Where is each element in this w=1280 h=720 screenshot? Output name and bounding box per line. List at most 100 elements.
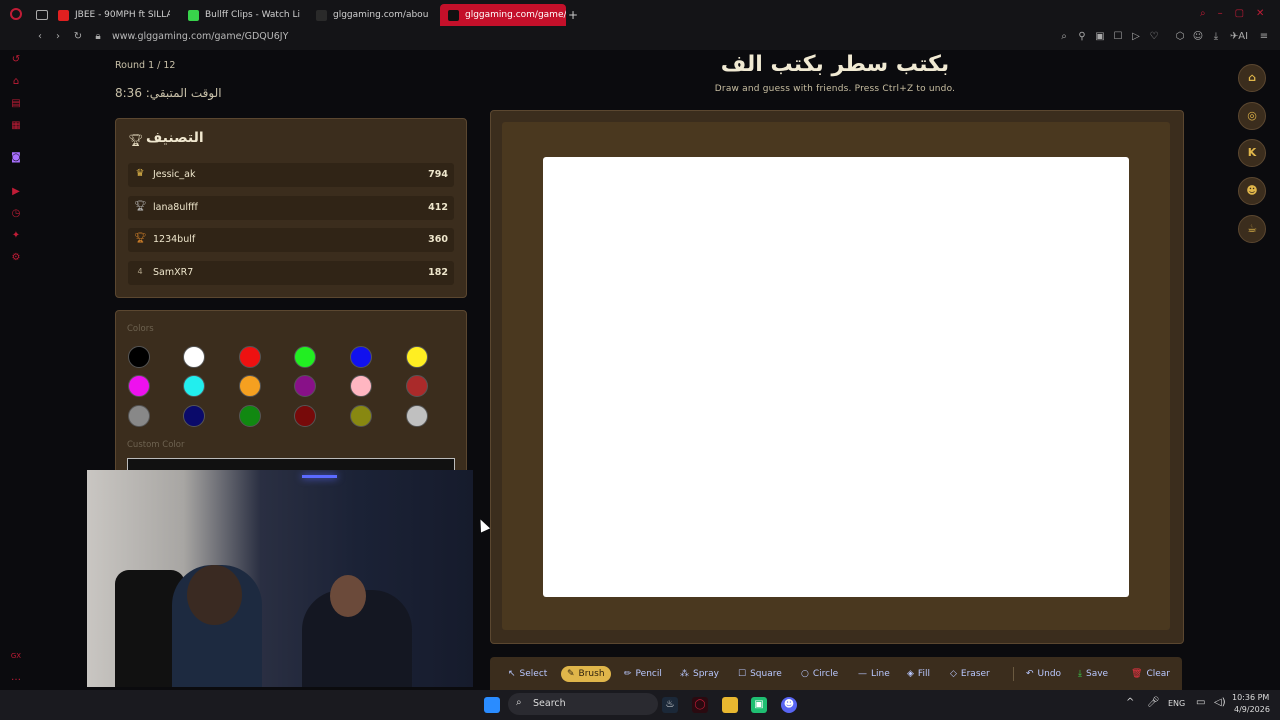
download-icon[interactable]: ⤓ — [1210, 31, 1222, 43]
sidebar-extension-icon[interactable]: ✦ — [10, 230, 22, 242]
color-swatch[interactable] — [183, 375, 205, 397]
sidebar-history-icon[interactable]: ◷ — [10, 208, 22, 220]
player-name: lana8ulfff — [153, 202, 198, 213]
color-swatch[interactable] — [406, 405, 428, 427]
tab-about[interactable]: glggaming.com/about-us — [316, 4, 428, 26]
color-swatch[interactable] — [128, 375, 150, 397]
colors-label: Colors — [127, 324, 154, 334]
drawing-canvas[interactable] — [543, 157, 1129, 597]
color-swatch[interactable] — [128, 405, 150, 427]
sidebar-settings-icon[interactable]: ⚙ — [10, 252, 22, 264]
extensions-icon[interactable]: ⬡ — [1174, 31, 1186, 43]
start-icon[interactable] — [484, 697, 500, 713]
volume-icon[interactable]: ◁) — [1214, 697, 1226, 708]
tab-game[interactable]: glggaming.com/game/GD — [440, 4, 566, 26]
play-icon[interactable]: ▷ — [1130, 31, 1142, 43]
color-swatch[interactable] — [350, 346, 372, 368]
color-swatch[interactable] — [406, 375, 428, 397]
color-swatch[interactable] — [350, 375, 372, 397]
color-swatch[interactable] — [294, 405, 316, 427]
menu-icon[interactable]: ≡ — [1258, 31, 1270, 43]
heart-icon[interactable]: ♡ — [1148, 31, 1160, 43]
opera-gx-icon[interactable]: ◯ — [692, 697, 708, 713]
gamepad-icon[interactable]: ◎ — [1238, 102, 1266, 130]
tool-label: Clear — [1146, 669, 1170, 679]
browser-sidebar — [0, 50, 32, 690]
leaderboard-row: 🏆︎ lana8ulfff 412 — [128, 196, 454, 220]
crown-icon: ♛ — [135, 168, 145, 179]
back-icon[interactable]: ‹ — [34, 31, 46, 43]
sidebar-player-icon[interactable]: ▶ — [10, 186, 22, 198]
pin-icon[interactable]: ⚲ — [1076, 31, 1088, 43]
spray-tool-button[interactable]: ⁂ Spray — [680, 666, 719, 682]
square-tool-button[interactable]: ☐ Square — [738, 666, 782, 682]
bookmark-icon[interactable]: ☐ — [1112, 31, 1124, 43]
tab-label: Bullff Clips - Watch Live c — [205, 10, 300, 20]
select-tool-button[interactable]: ↖ Select — [508, 666, 547, 682]
eraser-tool-button[interactable]: ◇ Eraser — [950, 666, 990, 682]
tool-label: Eraser — [960, 669, 990, 679]
tab-jbee[interactable]: JBEE - 90MPH ft SILLAGE — [58, 4, 170, 26]
save-button[interactable]: ⤓ Save — [1078, 666, 1108, 682]
color-swatch[interactable] — [239, 346, 261, 368]
color-swatch[interactable] — [406, 346, 428, 368]
reload-icon[interactable]: ↻ — [72, 31, 84, 43]
profile-icon[interactable]: ☺ — [1192, 31, 1204, 43]
file-explorer-icon[interactable] — [722, 697, 738, 713]
fill-tool-button[interactable]: ◈ Fill — [907, 666, 930, 682]
tool-label: Brush — [578, 669, 605, 679]
eraser-icon: ◇ — [950, 669, 957, 679]
steam-icon[interactable]: ♨ — [662, 697, 678, 713]
color-swatch[interactable] — [350, 405, 372, 427]
sidebar-more-icon[interactable]: … — [10, 672, 22, 684]
discord-icon[interactable]: ☻ — [1238, 177, 1266, 205]
tool-label: Select — [519, 669, 548, 679]
coffee-icon[interactable]: ☕︎ — [1238, 215, 1266, 243]
circle-icon: ○ — [801, 669, 809, 679]
home-icon[interactable]: ⌂ — [1238, 64, 1266, 92]
language-indicator[interactable]: ENG — [1168, 699, 1185, 708]
forward-icon[interactable]: › — [52, 31, 64, 43]
line-tool-button[interactable]: — Line — [858, 666, 890, 682]
aria-icon[interactable]: ✈AI — [1228, 31, 1250, 43]
brush-tool-button[interactable]: ✎ Brush — [561, 666, 611, 682]
kick-icon[interactable]: K — [1238, 139, 1266, 167]
zoom-icon[interactable]: ⌕ — [1058, 31, 1070, 43]
player-name: 1234bulf — [153, 234, 196, 245]
tool-label: Line — [871, 669, 890, 679]
clock-date[interactable]: 4/9/2026 — [1234, 705, 1270, 714]
undo-button[interactable]: ↶ Undo — [1026, 666, 1061, 682]
sidebar-news-icon[interactable]: ▦ — [10, 120, 22, 132]
tab-bullff[interactable]: Bullff Clips - Watch Live c — [188, 4, 300, 26]
opera-logo-icon[interactable] — [10, 8, 22, 20]
color-swatch[interactable] — [183, 346, 205, 368]
new-tab-button[interactable]: + — [568, 8, 578, 22]
network-icon[interactable]: ▭ — [1196, 697, 1205, 708]
leaderboard-row: 4 SamXR7 182 — [128, 261, 454, 285]
clock-time[interactable]: 10:36 PM — [1232, 693, 1269, 702]
color-swatch[interactable] — [294, 375, 316, 397]
trophy-icon: 🏆︎ — [134, 201, 147, 212]
tray-chevron-icon[interactable]: ^ — [1126, 697, 1134, 708]
sidebar-shop-icon[interactable]: ⌂ — [10, 76, 22, 88]
clear-button[interactable]: 🗑︎ Clear — [1131, 666, 1170, 682]
color-swatch[interactable] — [239, 405, 261, 427]
workspaces-icon[interactable] — [36, 10, 48, 20]
color-swatch[interactable] — [239, 375, 261, 397]
color-swatch[interactable] — [294, 346, 316, 368]
discord-taskbar-icon[interactable]: ☻ — [781, 697, 797, 713]
sidebar-twitch-icon[interactable]: ◙ — [10, 152, 22, 164]
color-swatch[interactable] — [128, 346, 150, 368]
sidebar-refresh-icon[interactable]: ↺ — [10, 54, 22, 66]
sidebar-gx-icon[interactable]: GX — [10, 650, 22, 662]
sidebar-chat-icon[interactable]: ▤ — [10, 98, 22, 110]
snapshot-icon[interactable]: ▣ — [1094, 31, 1106, 43]
circle-tool-button[interactable]: ○ Circle — [801, 666, 838, 682]
color-swatch[interactable] — [183, 405, 205, 427]
rank-number: 4 — [137, 267, 143, 276]
mic-icon[interactable]: 🎤︎ — [1147, 697, 1160, 708]
app-icon[interactable]: ▣ — [751, 697, 767, 713]
url-field[interactable]: www.glggaming.com/game/GDQU6JY — [112, 31, 288, 42]
taskbar-search[interactable] — [508, 693, 658, 715]
pencil-tool-button[interactable]: ✏ Pencil — [624, 666, 662, 682]
